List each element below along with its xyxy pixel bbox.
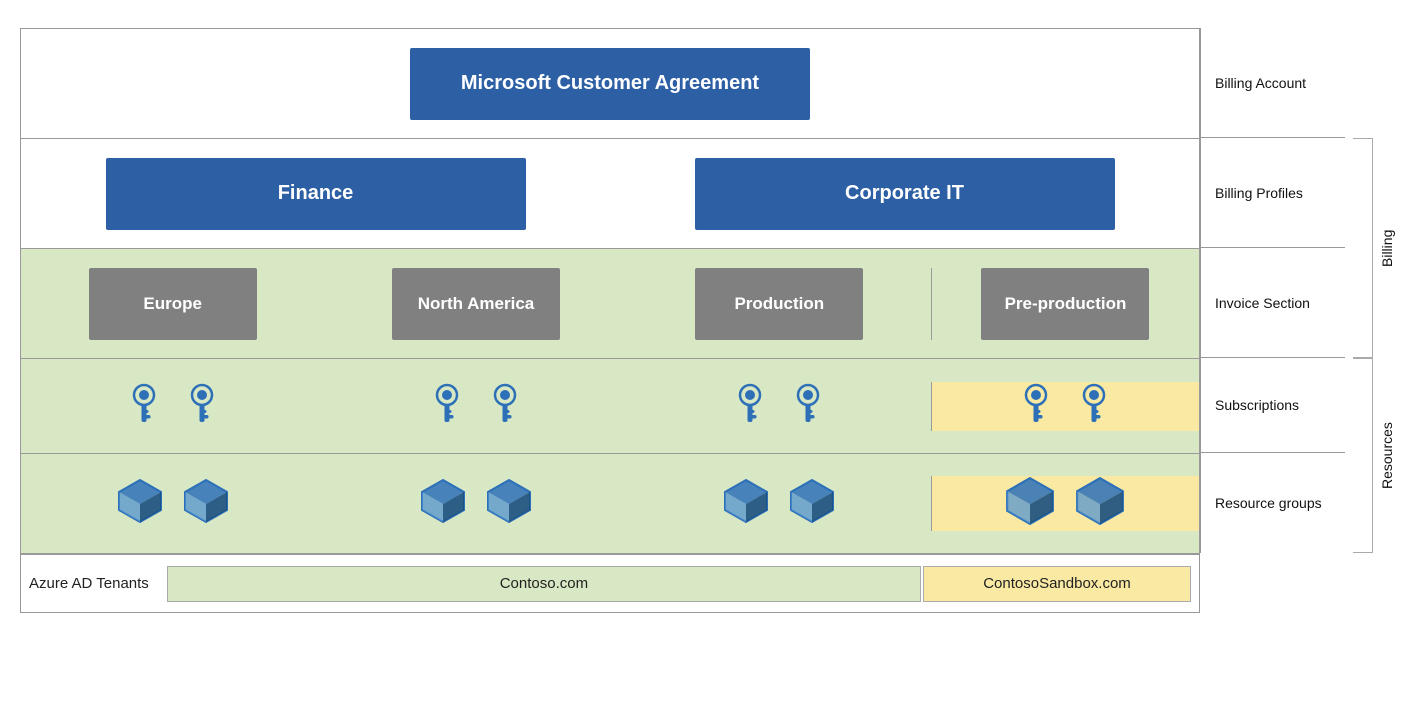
- content-area: Microsoft Customer Agreement Finance Cor…: [20, 28, 1200, 613]
- invoice-section-label: Invoice Section: [1200, 248, 1345, 358]
- resources-preprod: [931, 476, 1199, 531]
- north-america-invoice-zone: North America: [324, 268, 627, 340]
- row-billing-account: Microsoft Customer Agreement: [21, 29, 1199, 139]
- row-tenants: Azure AD Tenants Contoso.com ContosoSand…: [21, 554, 1199, 612]
- resource-groups-label: Resource groups: [1200, 453, 1345, 553]
- subscriptions-label: Subscriptions: [1200, 358, 1345, 453]
- pre-production-box: Pre-production: [981, 268, 1149, 340]
- billing-bracket: [1353, 138, 1373, 358]
- key-icon-5: [731, 382, 769, 431]
- billing-bracket-label: Billing: [1379, 138, 1395, 358]
- resources-na: [324, 478, 627, 529]
- contoso-sandbox-tenant-box: ContosoSandbox.com: [923, 566, 1191, 602]
- labels-area: Billing Account Billing Profiles Invoice…: [1200, 28, 1345, 613]
- row-subscriptions: [21, 359, 1199, 454]
- europe-invoice-zone: Europe: [21, 268, 324, 340]
- resources-bracket-label: Resources: [1379, 358, 1395, 553]
- key-icon-7: [1017, 382, 1055, 431]
- outer-wrapper: Microsoft Customer Agreement Finance Cor…: [20, 28, 1400, 613]
- subscriptions-na: [324, 382, 627, 431]
- box-icon-1: [117, 478, 163, 529]
- row-billing-profiles: Finance Corporate IT: [21, 139, 1199, 249]
- billing-account-label: Billing Account: [1200, 28, 1345, 138]
- row-resource-groups: [21, 454, 1199, 554]
- europe-box: Europe: [89, 268, 257, 340]
- north-america-box: North America: [392, 268, 560, 340]
- box-icon-7: [1005, 476, 1055, 531]
- box-icon-5: [723, 478, 769, 529]
- key-icon-8: [1075, 382, 1113, 431]
- pre-production-invoice-zone: Pre-production: [931, 268, 1199, 340]
- resources-prod: [628, 478, 931, 529]
- finance-box: Finance: [106, 158, 526, 230]
- tenants-label: Azure AD Tenants: [29, 575, 149, 592]
- key-icon-2: [183, 382, 221, 431]
- key-icon-1: [125, 382, 163, 431]
- diagram-wrapper: Microsoft Customer Agreement Finance Cor…: [0, 0, 1419, 708]
- box-icon-3: [420, 478, 466, 529]
- box-icon-2: [183, 478, 229, 529]
- subscriptions-prod: [628, 382, 931, 431]
- box-icon-6: [789, 478, 835, 529]
- row-invoice-sections: Europe North America Production Pre-prod…: [21, 249, 1199, 359]
- box-icon-4: [486, 478, 532, 529]
- resources-europe: [21, 478, 324, 529]
- brackets-area: Billing Resources: [1345, 28, 1400, 613]
- key-icon-6: [789, 382, 827, 431]
- billing-profiles-label: Billing Profiles: [1200, 138, 1345, 248]
- subscriptions-europe: [21, 382, 324, 431]
- key-icon-3: [428, 382, 466, 431]
- box-icon-8: [1075, 476, 1125, 531]
- key-icon-4: [486, 382, 524, 431]
- contoso-tenant-box: Contoso.com: [167, 566, 921, 602]
- finance-zone: Finance: [21, 158, 610, 230]
- corporate-it-box: Corporate IT: [695, 158, 1115, 230]
- production-invoice-zone: Production: [628, 268, 931, 340]
- mca-box: Microsoft Customer Agreement: [410, 48, 810, 120]
- resources-bracket: [1353, 358, 1373, 553]
- production-box: Production: [695, 268, 863, 340]
- subscriptions-preprod: [931, 382, 1199, 431]
- corporate-it-zone: Corporate IT: [610, 158, 1199, 230]
